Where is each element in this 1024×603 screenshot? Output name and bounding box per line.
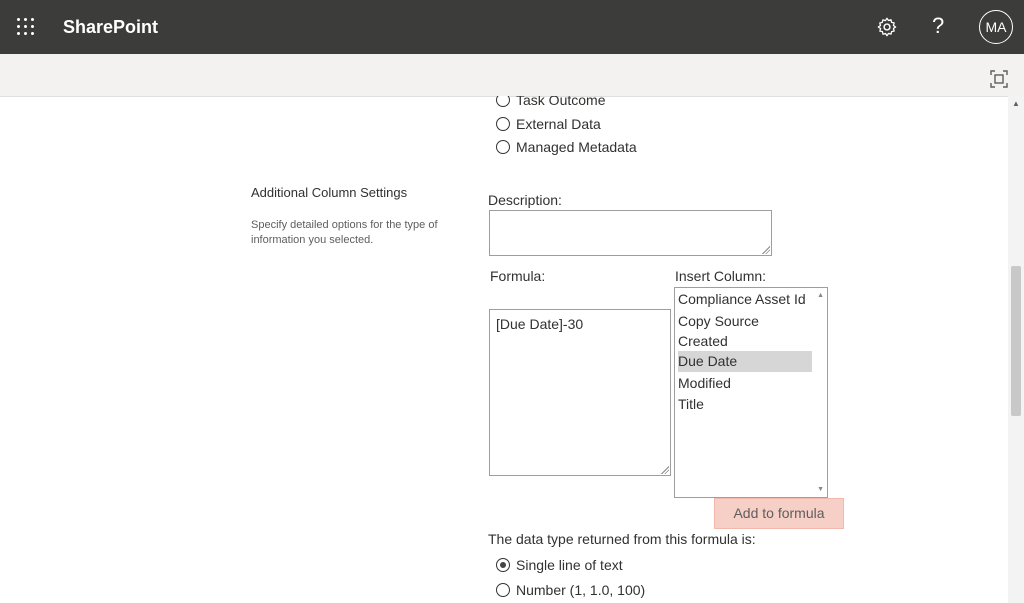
- add-to-formula-button[interactable]: Add to formula: [714, 498, 844, 529]
- command-bar: [0, 54, 1024, 97]
- section-title: Additional Column Settings: [251, 185, 408, 200]
- return-type-label: The data type returned from this formula…: [488, 531, 756, 547]
- radio-button[interactable]: [496, 583, 510, 597]
- avatar[interactable]: MA: [979, 10, 1013, 44]
- gear-icon[interactable]: [876, 16, 898, 38]
- suite-bar: SharePoint ? MA: [0, 0, 1024, 54]
- list-item-selected[interactable]: Due Date: [678, 351, 812, 372]
- radio-button-selected[interactable]: [496, 558, 510, 572]
- formula-label: Formula:: [490, 268, 546, 284]
- radio-label: Managed Metadata: [516, 139, 637, 155]
- focus-mode-icon[interactable]: [990, 70, 1008, 88]
- scroll-up-icon[interactable]: ▲: [817, 292, 824, 299]
- scroll-up-icon[interactable]: ▲: [1012, 99, 1020, 108]
- insert-column-label: Insert Column:: [675, 268, 767, 284]
- scroll-down-icon[interactable]: ▼: [817, 486, 824, 493]
- help-icon[interactable]: ?: [932, 13, 944, 39]
- radio-task-outcome[interactable]: Task Outcome: [496, 96, 605, 108]
- radio-button[interactable]: [496, 117, 510, 131]
- description-label: Description:: [488, 192, 562, 208]
- description-textarea[interactable]: [489, 210, 772, 256]
- list-item[interactable]: Copy Source: [678, 311, 812, 332]
- radio-button[interactable]: [496, 140, 510, 154]
- section-description: Specify detailed options for the type of…: [251, 219, 438, 246]
- radio-managed-metadata[interactable]: Managed Metadata: [496, 139, 637, 155]
- waffle-icon[interactable]: [17, 18, 37, 36]
- radio-label: Single line of text: [516, 557, 623, 573]
- radio-label: External Data: [516, 116, 601, 132]
- radio-label: Task Outcome: [516, 96, 606, 108]
- resize-grip-icon[interactable]: [661, 466, 669, 474]
- list-item[interactable]: Compliance Asset Id: [678, 289, 812, 310]
- insert-column-listbox[interactable]: Compliance Asset Id Copy Source Created …: [674, 287, 828, 498]
- list-item[interactable]: Modified: [678, 373, 812, 394]
- scrollbar-thumb[interactable]: [1011, 266, 1021, 416]
- formula-textarea[interactable]: [Due Date]-30: [489, 309, 671, 476]
- app-name[interactable]: SharePoint: [63, 17, 158, 38]
- radio-number[interactable]: Number (1, 1.0, 100): [496, 582, 645, 598]
- radio-single-line-text[interactable]: Single line of text: [496, 557, 623, 573]
- radio-external-data[interactable]: External Data: [496, 116, 601, 132]
- resize-grip-icon[interactable]: [762, 246, 770, 254]
- list-item[interactable]: Title: [678, 394, 812, 415]
- radio-button[interactable]: [496, 96, 510, 107]
- list-item[interactable]: Created: [678, 331, 812, 352]
- radio-label: Number (1, 1.0, 100): [516, 582, 646, 598]
